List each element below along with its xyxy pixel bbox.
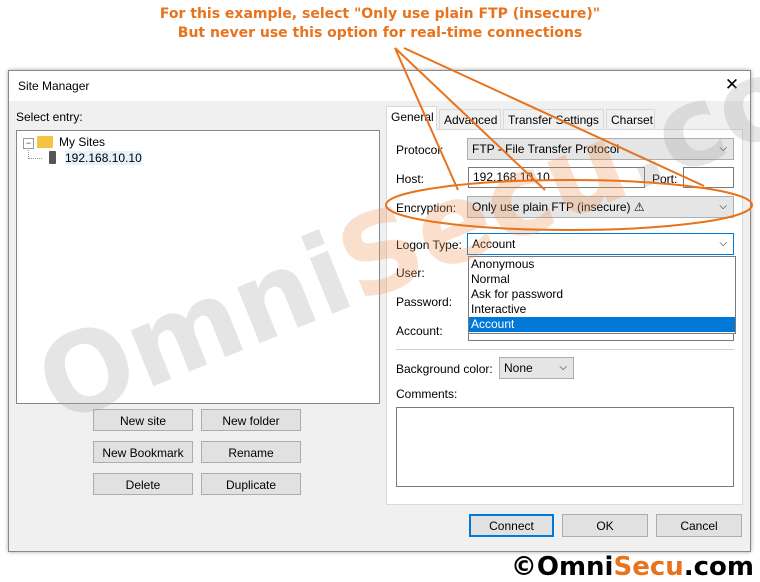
folder-icon: [37, 136, 53, 148]
chevron-down-icon: ⌵: [719, 201, 727, 212]
connect-button[interactable]: Connect: [469, 514, 554, 537]
copyright-symbol: ©: [510, 552, 537, 582]
logon-type-select[interactable]: Account ⌵: [467, 233, 734, 255]
protocol-value: FTP - File Transfer Protocol: [472, 142, 620, 156]
copyright-com: .com: [683, 552, 754, 582]
delete-button[interactable]: Delete: [93, 473, 193, 495]
window-title: Site Manager: [18, 79, 90, 93]
host-input[interactable]: 192.168.10.10: [468, 167, 645, 188]
port-input[interactable]: [683, 167, 734, 188]
annotation-line-2: But never use this option for real-time …: [177, 25, 583, 41]
protocol-label: Protocol:: [396, 143, 444, 157]
chevron-down-icon: ⌵: [719, 238, 727, 249]
tree-site-label: 192.168.10.10: [65, 151, 142, 165]
comments-label: Comments:: [396, 387, 458, 401]
title-bar[interactable]: Site Manager ✕: [9, 71, 750, 101]
select-entry-label: Select entry:: [16, 110, 83, 124]
new-bookmark-button[interactable]: New Bookmark: [93, 441, 193, 463]
copyright-logo: ©OmniSecu.com: [511, 552, 754, 582]
background-color-select[interactable]: None ⌵: [499, 357, 574, 379]
logon-option-account[interactable]: Account: [469, 317, 735, 332]
logon-type-dropdown: Anonymous Normal Ask for password Intera…: [468, 256, 736, 334]
tab-general[interactable]: General: [386, 106, 437, 130]
logon-option-interactive[interactable]: Interactive: [469, 302, 735, 317]
site-manager-window: Site Manager ✕ Select entry: − My Sites …: [8, 70, 751, 552]
duplicate-button[interactable]: Duplicate: [201, 473, 301, 495]
chevron-down-icon: ⌵: [559, 362, 567, 373]
ok-button[interactable]: OK: [562, 514, 648, 537]
host-label: Host:: [396, 172, 425, 186]
protocol-select[interactable]: FTP - File Transfer Protocol ⌵: [467, 138, 734, 160]
server-icon: [49, 151, 56, 164]
rename-button[interactable]: Rename: [201, 441, 301, 463]
separator: [396, 349, 734, 350]
encryption-select[interactable]: Only use plain FTP (insecure) ⚠ ⌵: [467, 196, 734, 218]
new-site-button[interactable]: New site: [93, 409, 193, 431]
logon-type-value: Account: [472, 237, 516, 251]
copyright-omni: Omni: [536, 552, 614, 582]
annotation-line-1: For this example, select "Only use plain…: [159, 6, 601, 22]
user-label: User:: [396, 266, 425, 280]
logon-type-label: Logon Type:: [396, 238, 462, 252]
tab-charset[interactable]: Charset: [606, 109, 655, 129]
encryption-value: Only use plain FTP (insecure) ⚠: [472, 200, 645, 214]
chevron-down-icon: ⌵: [719, 143, 727, 154]
background-color-label: Background color:: [396, 362, 493, 376]
tree-connector-branch: [28, 158, 42, 160]
site-tree[interactable]: − My Sites 192.168.10.10: [16, 130, 380, 404]
copyright-secu: Secu: [613, 552, 684, 582]
tree-item-my-sites[interactable]: − My Sites: [23, 135, 143, 151]
new-folder-button[interactable]: New folder: [201, 409, 301, 431]
comments-textarea[interactable]: [396, 407, 734, 487]
logon-option-normal[interactable]: Normal: [469, 272, 735, 287]
account-label: Account:: [396, 324, 443, 338]
tree-item-site[interactable]: 192.168.10.10: [47, 151, 157, 167]
tab-advanced[interactable]: Advanced: [439, 109, 501, 129]
close-icon[interactable]: ✕: [722, 75, 742, 95]
password-label: Password:: [396, 295, 453, 309]
port-label: Port:: [652, 172, 678, 186]
tab-transfer-settings[interactable]: Transfer Settings: [503, 109, 604, 129]
logon-option-ask-for-password[interactable]: Ask for password: [469, 287, 735, 302]
encryption-label: Encryption:: [396, 201, 457, 215]
logon-option-anonymous[interactable]: Anonymous: [469, 257, 735, 272]
background-color-value: None: [504, 361, 533, 375]
tree-root-label: My Sites: [59, 135, 106, 149]
cancel-button[interactable]: Cancel: [656, 514, 742, 537]
